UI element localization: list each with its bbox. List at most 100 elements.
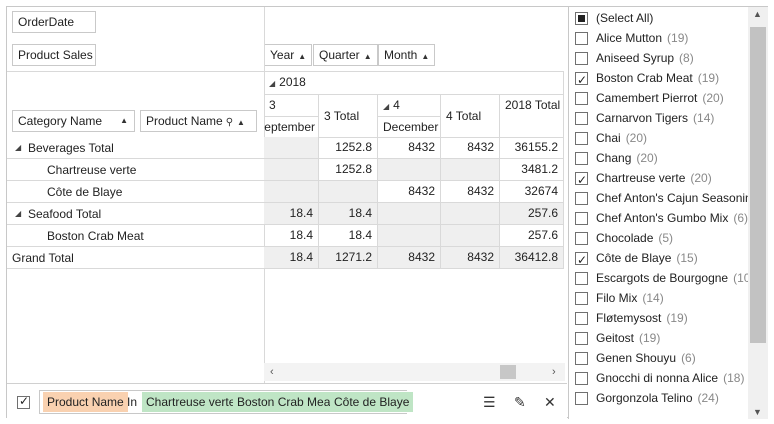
filter-operator-tag[interactable]: In [125,392,139,412]
checkbox[interactable] [575,392,588,405]
data-cell[interactable]: 8432 [378,247,441,269]
data-cell[interactable] [378,159,441,181]
header-q4[interactable]: ◢ 4 [378,95,441,117]
scroll-left-icon[interactable]: ‹ [270,363,274,381]
checkbox[interactable] [575,92,588,105]
clear-filter-icon[interactable]: ✕ [544,393,556,411]
row-header[interactable]: Boston Crab Meat [7,225,264,247]
data-cell[interactable]: 36155.2 [500,137,564,159]
collapse-icon[interactable]: ◢ [269,79,275,88]
checkbox[interactable] [575,250,588,268]
data-cell[interactable] [319,181,378,203]
filter-value-item[interactable]: Chef Anton's Gumbo Mix (6) [569,208,751,228]
header-q3[interactable]: 3 [264,95,319,117]
filter-value-item[interactable]: Escargots de Bourgogne(10) [569,268,751,288]
filter-value-item[interactable]: Geitost (19) [569,328,751,348]
filter-field-tag[interactable]: Product Name [43,392,128,412]
checkbox[interactable] [575,372,588,385]
row-header[interactable]: Côte de Blaye [7,181,264,203]
data-cell[interactable]: 18.4 [319,203,378,225]
filter-list-icon[interactable]: ☰ [483,393,496,411]
data-cell[interactable]: 18.4 [319,225,378,247]
data-cell[interactable]: 1271.2 [319,247,378,269]
checkbox[interactable] [575,70,588,88]
vertical-scrollbar[interactable]: ▲ ▼ [748,7,768,419]
checkbox[interactable] [575,332,588,345]
filter-value-item[interactable]: Chang (20) [569,148,751,168]
collapse-icon[interactable]: ◢ [15,137,21,159]
collapse-icon[interactable]: ◢ [383,102,389,111]
filter-select-all[interactable]: (Select All) [569,8,751,28]
data-cell[interactable]: 18.4 [264,225,319,247]
column-field-month[interactable]: Month ▲ [378,44,436,66]
scroll-down-icon[interactable]: ▼ [753,407,762,417]
checkbox[interactable] [575,32,588,45]
data-cell[interactable]: 8432 [441,181,500,203]
filter-value-item[interactable]: Chef Anton's Cajun Seasoning [569,188,751,208]
column-field-quarter[interactable]: Quarter ▲ [313,44,378,66]
checkbox[interactable] [575,352,588,365]
filter-value-item[interactable]: Gnocchi di nonna Alice (18) [569,368,751,388]
data-cell[interactable] [441,159,500,181]
data-cell[interactable] [264,181,319,203]
row-header[interactable]: Chartreuse verte [7,159,264,181]
data-cell[interactable] [441,203,500,225]
column-field-year[interactable]: Year ▲ [264,44,313,66]
data-cell[interactable]: 8432 [378,181,441,203]
filter-value-item[interactable]: Chocolade (5) [569,228,751,248]
filter-value-item[interactable]: Genen Shouyu (6) [569,348,751,368]
data-cell[interactable] [441,225,500,247]
scrollbar-thumb[interactable] [500,365,516,379]
filter-value-item[interactable]: Camembert Pierrot (20) [569,88,751,108]
row-header[interactable]: ◢ Beverages Total [7,137,264,159]
filter-value-item[interactable]: Chartreuse verte (20) [569,168,751,188]
edit-filter-icon[interactable]: ✎ [514,393,526,411]
data-field-product-sales[interactable]: Product Sales [12,44,96,66]
row-header[interactable]: Grand Total [7,247,264,269]
filter-value-tag[interactable]: Côte de Blaye [330,392,414,412]
checkbox[interactable] [575,212,588,225]
filter-value-item[interactable]: Fløtemysost (19) [569,308,751,328]
data-cell[interactable]: 18.4 [264,247,319,269]
checkbox[interactable] [575,192,588,205]
checkbox[interactable] [575,112,588,125]
data-cell[interactable]: 3481.2 [500,159,564,181]
scroll-right-icon[interactable]: › [552,363,556,381]
collapse-icon[interactable]: ◢ [15,203,21,225]
filter-value-item[interactable]: Côte de Blaye (15) [569,248,751,268]
data-cell[interactable] [378,225,441,247]
data-cell[interactable]: 8432 [441,137,500,159]
select-all-checkbox[interactable] [575,12,588,25]
filter-enabled-checkbox[interactable] [17,394,30,409]
checkbox[interactable] [575,170,588,188]
filter-value-item[interactable]: Aniseed Syrup (8) [569,48,751,68]
filter-value-item[interactable]: Gorgonzola Telino (24) [569,388,751,408]
filter-value-tag[interactable]: Chartreuse verte [142,392,240,412]
row-header[interactable]: ◢ Seafood Total [7,203,264,225]
checkbox[interactable] [575,152,588,165]
data-cell[interactable]: 18.4 [264,203,319,225]
filter-field-orderdate[interactable]: OrderDate [12,11,96,33]
data-cell[interactable]: 257.6 [500,203,564,225]
filter-value-item[interactable]: Filo Mix (14) [569,288,751,308]
horizontal-scrollbar[interactable]: ‹ › [264,363,565,381]
checkbox[interactable] [575,232,588,245]
checkbox[interactable] [575,52,588,65]
filter-value-item[interactable]: Boston Crab Meat (19) [569,68,751,88]
data-cell[interactable] [378,203,441,225]
data-cell[interactable]: 1252.8 [319,137,378,159]
checkbox[interactable] [575,292,588,305]
scrollbar-thumb[interactable] [750,27,766,343]
filter-value-tag[interactable]: Boston Crab Meat [233,392,338,412]
data-cell[interactable]: 36412.8 [500,247,564,269]
filter-value-item[interactable]: Alice Mutton (19) [569,28,751,48]
data-cell[interactable]: 32674 [500,181,564,203]
filter-value-item[interactable]: Carnarvon Tigers (14) [569,108,751,128]
checkbox[interactable] [575,312,588,325]
data-cell[interactable] [264,137,319,159]
scroll-up-icon[interactable]: ▲ [753,9,762,19]
data-cell[interactable]: 8432 [441,247,500,269]
data-cell[interactable]: 8432 [378,137,441,159]
data-cell[interactable]: 1252.8 [319,159,378,181]
data-cell[interactable] [264,159,319,181]
